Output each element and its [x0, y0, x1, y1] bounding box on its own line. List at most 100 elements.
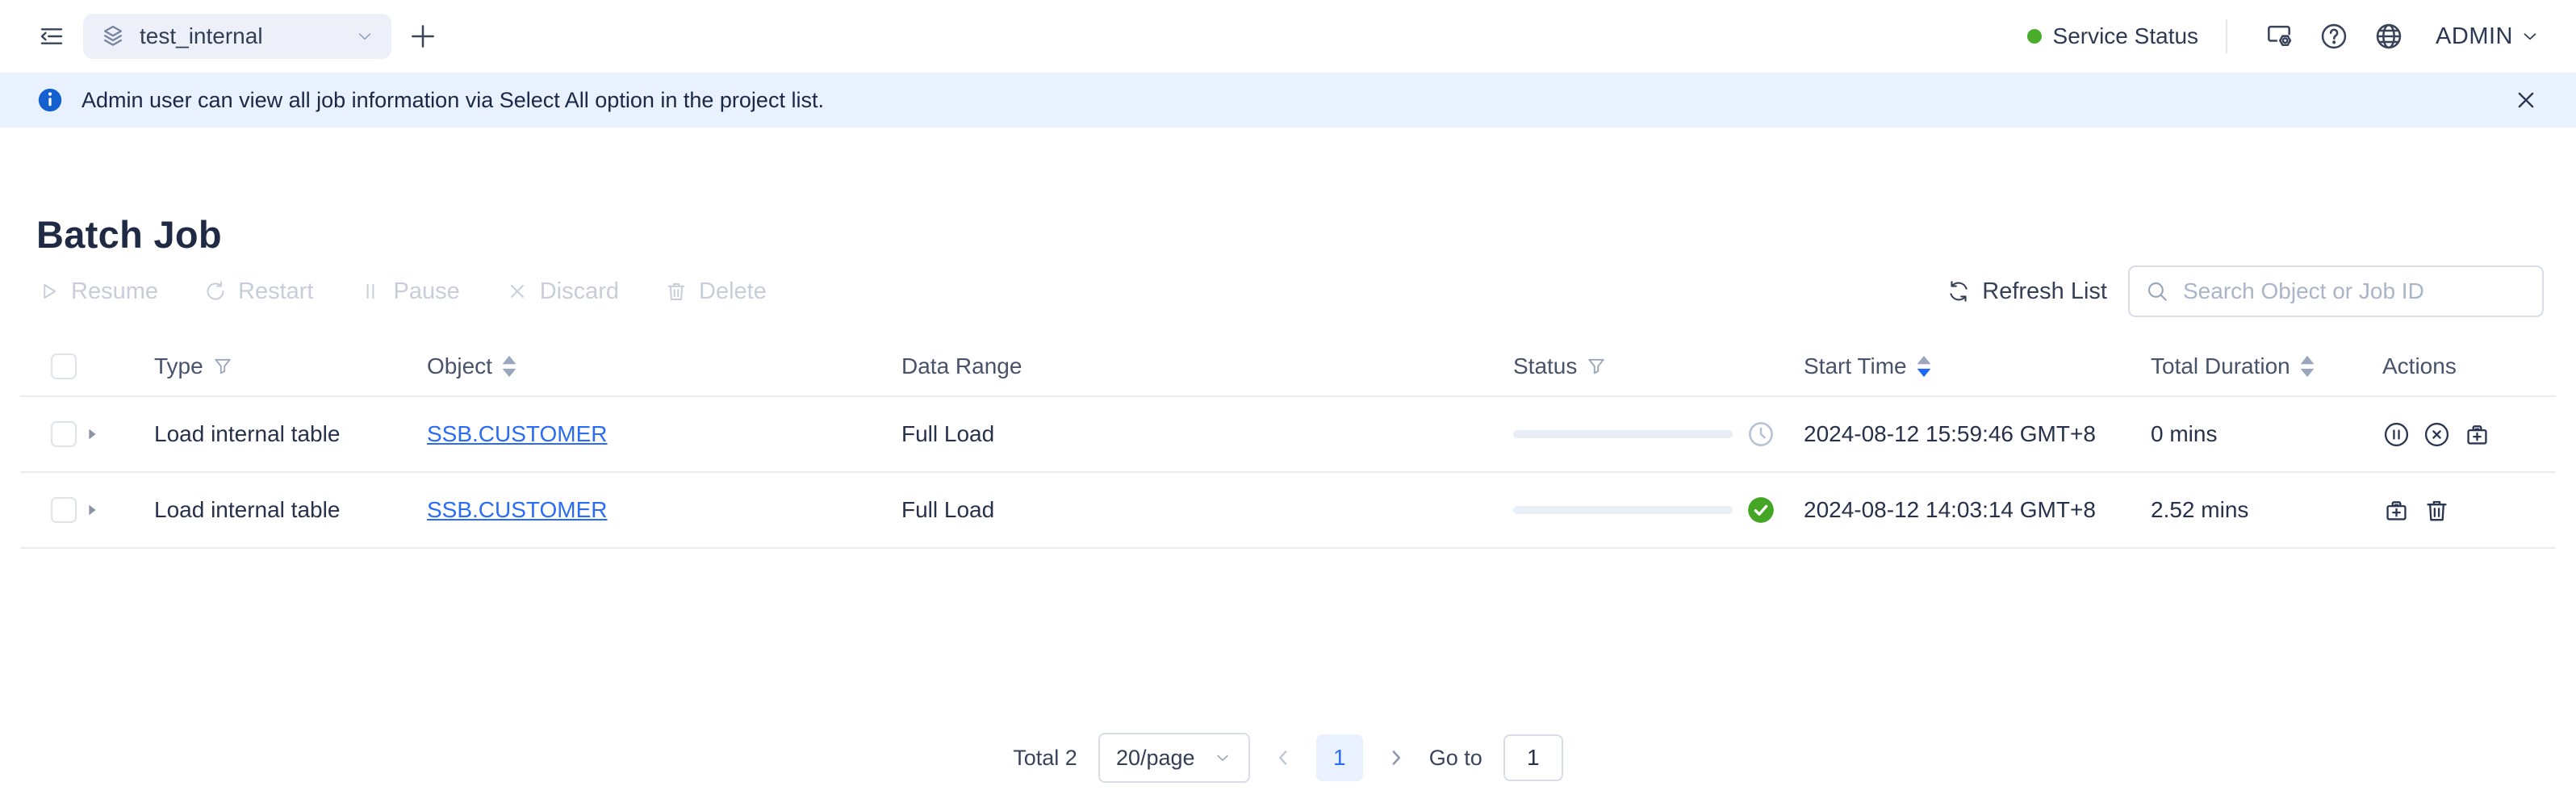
pagination-total: Total 2	[1013, 746, 1077, 771]
cell-data-range: Full Load	[901, 421, 1513, 447]
cell-start-time: 2024-08-12 14:03:14 GMT+8	[1804, 497, 2151, 523]
row-checkbox[interactable]	[51, 497, 77, 523]
topbar-right: Service Status ADMIN	[2027, 0, 2540, 73]
pause-button[interactable]: Pause	[358, 278, 459, 305]
column-header-start-time[interactable]: Start Time	[1804, 353, 2151, 379]
table-header-row: Type Object Data Range Status	[20, 337, 2556, 397]
pagination: Total 2 20/page 1 Go to	[0, 733, 2576, 783]
pending-clock-icon	[1746, 419, 1776, 449]
object-link[interactable]: SSB.CUSTOMER	[427, 497, 608, 523]
search-input[interactable]	[2181, 278, 2528, 305]
column-header-data-range: Data Range	[901, 353, 1513, 379]
cell-data-range: Full Load	[901, 497, 1513, 523]
column-header-object[interactable]: Object	[427, 353, 901, 379]
filter-icon[interactable]	[1585, 355, 1608, 378]
delete-job-icon[interactable]	[2423, 496, 2451, 525]
prev-page-icon[interactable]	[1271, 746, 1295, 770]
discard-button[interactable]: Discard	[505, 278, 619, 305]
chevron-down-icon	[1213, 748, 1232, 767]
progress-bar	[1513, 430, 1733, 438]
page-title: Batch Job	[36, 212, 222, 257]
admin-user-menu[interactable]: ADMIN	[2436, 23, 2540, 50]
expand-row-icon[interactable]	[83, 501, 101, 519]
system-settings-icon[interactable]	[2264, 21, 2294, 52]
restart-icon	[203, 279, 228, 303]
help-icon[interactable]	[2319, 21, 2349, 52]
discard-x-icon	[505, 279, 529, 303]
chevron-down-icon	[354, 26, 375, 47]
column-header-actions: Actions	[2382, 353, 2556, 379]
filter-icon[interactable]	[211, 355, 234, 378]
sort-icon[interactable]	[2298, 354, 2316, 378]
cell-actions	[2382, 420, 2556, 449]
banner-message: Admin user can view all job information …	[82, 88, 2514, 113]
cell-actions	[2382, 496, 2556, 525]
job-table: Type Object Data Range Status	[20, 337, 2556, 549]
restart-label: Restart	[238, 278, 313, 305]
trash-icon	[664, 279, 688, 303]
cancel-job-icon[interactable]	[2423, 420, 2451, 449]
search-icon	[2144, 278, 2170, 304]
add-project-tab-icon[interactable]	[408, 21, 438, 52]
page-size-select[interactable]: 20/page	[1098, 733, 1250, 783]
delete-label: Delete	[699, 278, 767, 305]
goto-page-input[interactable]	[1503, 734, 1563, 781]
language-globe-icon[interactable]	[2373, 21, 2404, 52]
toolbar-right: Refresh List	[1946, 266, 2544, 317]
refresh-list-label: Refresh List	[1982, 278, 2107, 305]
pause-icon	[358, 279, 383, 303]
cell-type: Load internal table	[130, 421, 427, 447]
project-selector[interactable]: test_internal	[83, 14, 391, 59]
info-icon	[36, 86, 64, 114]
column-header-type: Type	[130, 353, 427, 379]
resume-button[interactable]: Resume	[36, 278, 158, 305]
resume-label: Resume	[71, 278, 158, 305]
object-link[interactable]: SSB.CUSTOMER	[427, 421, 608, 447]
diagnose-toolbox-icon[interactable]	[2463, 420, 2491, 449]
discard-label: Discard	[540, 278, 619, 305]
search-box	[2128, 266, 2544, 317]
restart-button[interactable]: Restart	[203, 278, 313, 305]
service-status-label[interactable]: Service Status	[2053, 23, 2199, 49]
cell-total-duration: 2.52 mins	[2151, 497, 2382, 523]
column-header-status: Status	[1513, 353, 1804, 379]
row-checkbox[interactable]	[51, 421, 77, 447]
page-size-value: 20/page	[1116, 746, 1195, 771]
topbar-divider	[2226, 19, 2227, 53]
cell-start-time: 2024-08-12 15:59:46 GMT+8	[1804, 421, 2151, 447]
expand-row-icon[interactable]	[83, 425, 101, 443]
layers-icon	[99, 23, 127, 50]
table-row: Load internal table SSB.CUSTOMER Full Lo…	[20, 397, 2556, 473]
column-header-total-duration[interactable]: Total Duration	[2151, 353, 2382, 379]
diagnose-toolbox-icon[interactable]	[2382, 496, 2411, 525]
select-all-checkbox[interactable]	[51, 353, 77, 379]
admin-label: ADMIN	[2436, 23, 2513, 50]
batch-job-page: test_internal Service Status	[0, 0, 2576, 807]
current-page-button[interactable]: 1	[1316, 734, 1363, 781]
cell-type: Load internal table	[130, 497, 427, 523]
cell-status	[1513, 419, 1804, 449]
sort-icon-descending-active[interactable]	[1915, 354, 1933, 378]
cell-status	[1513, 495, 1804, 525]
sort-icon[interactable]	[500, 354, 518, 378]
chevron-down-icon	[2520, 26, 2540, 47]
service-status-dot	[2027, 29, 2042, 44]
topbar: test_internal Service Status	[0, 0, 2576, 73]
success-check-icon	[1746, 495, 1776, 525]
refresh-list-button[interactable]: Refresh List	[1946, 278, 2107, 305]
toolbar: Resume Restart Pause Discard Delete	[36, 265, 2544, 318]
collapse-menu-icon[interactable]	[37, 22, 66, 51]
refresh-icon	[1946, 278, 1972, 304]
goto-label: Go to	[1429, 746, 1482, 771]
next-page-icon[interactable]	[1384, 746, 1408, 770]
info-banner: Admin user can view all job information …	[0, 73, 2576, 128]
table-row: Load internal table SSB.CUSTOMER Full Lo…	[20, 473, 2556, 549]
progress-bar	[1513, 506, 1733, 514]
project-selector-value: test_internal	[140, 23, 354, 49]
pause-job-icon[interactable]	[2382, 420, 2411, 449]
cell-total-duration: 0 mins	[2151, 421, 2382, 447]
close-icon[interactable]	[2514, 88, 2538, 112]
batch-actions: Resume Restart Pause Discard Delete	[36, 278, 767, 305]
delete-button[interactable]: Delete	[664, 278, 767, 305]
pause-label: Pause	[393, 278, 459, 305]
